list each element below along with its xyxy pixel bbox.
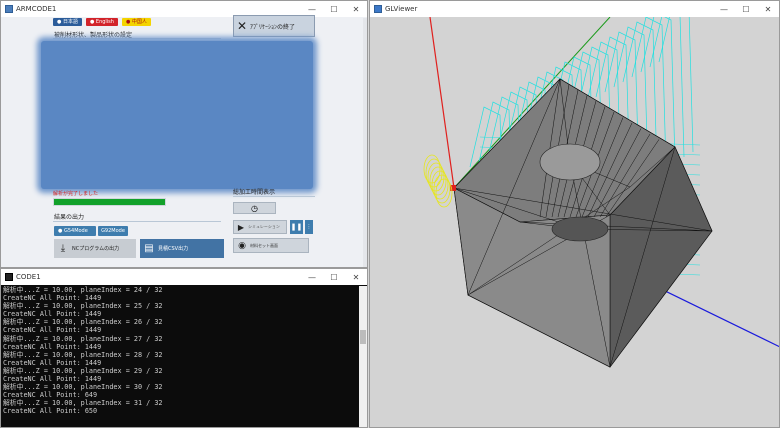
step-button[interactable]: ⋮ [305,220,313,234]
exit-app-button[interactable]: ✕ ｱﾌﾟﾘｹｰｼｮﾝの終了 [233,15,315,37]
pause-button[interactable]: ❚❚ [290,220,303,234]
console-line: CreateNC All Point: 1449 [3,342,102,351]
maximize-button[interactable]: ☐ [323,1,345,17]
csv-output-label: 見積CSV出力 [158,246,189,252]
section-divider [233,196,315,197]
progress-fill [54,199,165,205]
close-button[interactable]: ✕ [345,269,367,285]
language-selector: ● 日本語 ● English ● 中国人 [53,18,151,26]
window-title: ARMCODE1 [16,5,57,13]
maximize-button[interactable]: ☐ [323,269,345,285]
g92-mode-radio[interactable]: G92Mode [98,226,128,236]
close-button[interactable]: ✕ [345,1,367,17]
console-line: CreateNC All Point: 1449 [3,294,102,303]
minimize-button[interactable]: — [713,1,735,17]
console-line: CreateNC All Point: 1449 [3,358,102,367]
clock-icon: ◷ [251,203,258,213]
section-divider [53,221,221,222]
cutting-tool [423,154,453,208]
nc-output-label: NCプログラムの出力 [72,246,120,252]
nc-output-button[interactable]: ⤓ NCプログラムの出力 [54,239,136,258]
close-icon: ✕ [236,19,248,33]
maximize-button[interactable]: ☐ [735,1,757,17]
viewer-app-icon [374,5,382,13]
console-window: CODE1 — ☐ ✕ 解析中...Z = 10.00, planeIndex … [0,268,368,428]
console-line: 解析中...Z = 10.00, planeIndex = 30 / 32 [3,383,163,392]
lang-japanese-button[interactable]: ● 日本語 [53,18,82,26]
console-line: CreateNC All Point: 650 [3,407,98,416]
glviewer-titlebar[interactable]: GLViewer — ☐ ✕ [370,1,779,17]
simulation-play-button[interactable]: ▶ シミュレーション [233,220,287,234]
close-button[interactable]: ✕ [757,1,779,17]
workpiece-solid [453,78,713,368]
window-title: GLViewer [385,5,418,13]
simulation-label: シミュレーション [248,224,280,229]
x-axis-line [429,17,455,189]
minimize-button[interactable]: — [301,269,323,285]
play-icon: ▶ [237,222,245,232]
redacted-settings-panel [41,41,313,189]
pause-icon: ❚❚ [290,223,303,231]
output-section-heading: 結果の出力 [54,214,85,221]
csv-output-button[interactable]: ▤ 見積CSV出力 [140,239,224,258]
app-icon [5,5,13,13]
pocket-feature [551,216,609,242]
3d-viewport[interactable] [370,17,780,428]
console-line: CreateNC All Point: 1449 [3,375,102,384]
glviewer-window: GLViewer — ☐ ✕ [369,0,780,428]
download-icon: ⤓ [60,243,66,254]
calculator-icon: ▤ [144,243,154,254]
g54-mode-radio[interactable]: ● G54Mode [54,226,96,236]
console-output: 解析中...Z = 10.00, planeIndex = 24 / 32 Cre… [3,286,357,427]
eye-icon: ◉ [238,240,246,251]
lang-chinese-button[interactable]: ● 中国人 [121,18,151,26]
console-line: 解析中...Z = 10.00, planeIndex = 29 / 32 [3,366,163,375]
clock-button[interactable]: ◷ [233,202,276,214]
console-line: 解析中...Z = 10.00, planeIndex = 26 / 32 [3,318,163,327]
material-view-button[interactable]: ◉ 材料セット画面 [233,238,309,253]
window-title: CODE1 [16,273,41,281]
material-view-label: 材料セット画面 [250,242,278,248]
analysis-progress-bar [53,198,166,206]
console-line: 解析中...Z = 10.00, planeIndex = 31 / 32 [3,399,163,408]
scrollbar-thumb[interactable] [360,330,366,344]
console-line: 解析中...Z = 10.00, planeIndex = 24 / 32 [3,286,163,294]
more-icon: ⋮ [306,224,312,230]
armcode-window: ARMCODE1 — ☐ ✕ ● 日本語 ● English ● 中国人 被削材… [0,0,368,268]
toolpath-line [658,17,694,153]
console-titlebar[interactable]: CODE1 — ☐ ✕ [1,269,367,285]
console-line: 解析中...Z = 10.00, planeIndex = 27 / 32 [3,334,163,343]
total-time-label: 総加工時間表示 [233,189,276,196]
console-line: 解析中...Z = 10.00, planeIndex = 25 / 32 [3,302,163,311]
console-line: 解析中...Z = 10.00, planeIndex = 28 / 32 [3,350,163,359]
analysis-status-text: 解析が完了しました [53,191,99,197]
console-icon [5,273,13,281]
section-divider [53,38,221,39]
exit-app-label: ｱﾌﾟﾘｹｰｼｮﾝの終了 [250,23,296,31]
lang-english-button[interactable]: ● English [85,18,118,26]
console-scrollbar[interactable] [359,286,367,427]
boss-feature [539,143,601,181]
vertical-scrollbar[interactable] [363,18,367,267]
console-line: CreateNC All Point: 1449 [3,326,102,335]
